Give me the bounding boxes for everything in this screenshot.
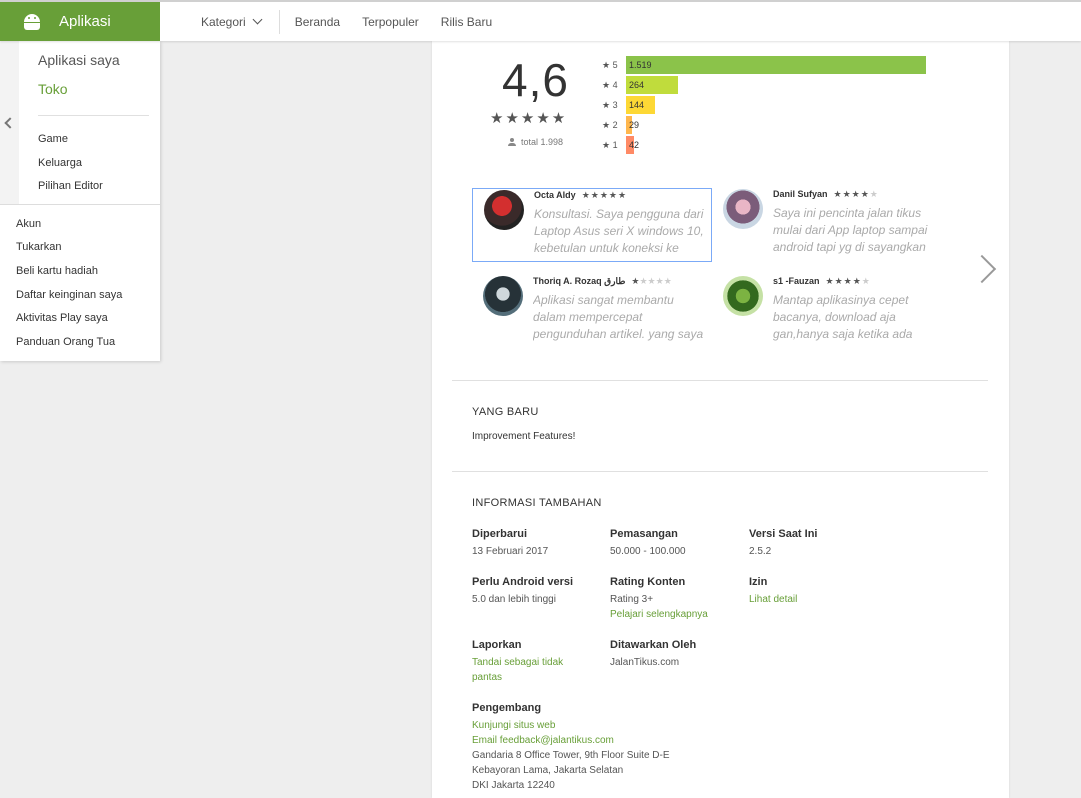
histogram-row: ★ 5 1.519 [602, 56, 926, 74]
flag-inappropriate-line: pantas [472, 672, 503, 683]
sidebar-item-akun[interactable]: Akun [16, 218, 41, 230]
review-card[interactable]: Danil Sufyan ★★★★★ Saya ini pencinta jala… [712, 188, 952, 262]
histogram-row: ★ 3 144 [602, 96, 655, 114]
report-label: Laporkan [472, 639, 522, 651]
reviewer-name: Danil Sufyan ★★★★★ [773, 189, 879, 199]
histogram-star-label: ★ 3 [602, 99, 618, 110]
reviewer-name: Thoriq A. Rozaq طارق ★★★★★ [533, 276, 672, 286]
sidebar-item-beli-kartu-hadiah[interactable]: Beli kartu hadiah [16, 265, 98, 277]
offered-by-label: Ditawarkan Oleh [610, 639, 697, 651]
updated-label: Diperbarui [472, 528, 528, 540]
person-icon [508, 138, 516, 146]
additional-info-title: INFORMASI TAMBAHAN [472, 497, 602, 509]
permissions-label: Izin [749, 576, 768, 588]
sidebar-item-tukarkan[interactable]: Tukarkan [16, 241, 61, 253]
installs-value: 50.000 - 100.000 [610, 546, 686, 557]
review-stars: ★★★★★ [631, 276, 672, 286]
view-details-link[interactable]: Lihat detail [749, 592, 797, 607]
content-rating-value: Rating 3+ [610, 594, 654, 605]
side-nav: Aplikasi saya Toko Game Keluarga Pilihan… [0, 41, 160, 361]
review-text: Saya ini pencinta jalan tikus mulai dari… [773, 206, 928, 254]
histogram-bar-3: 144 [626, 96, 655, 114]
version-value: 2.5.2 [749, 546, 772, 557]
nav-beranda[interactable]: Beranda [280, 15, 351, 29]
average-rating: 4,6 [502, 54, 569, 106]
histogram-row: ★ 2 29 [602, 116, 639, 134]
sidebar-divider [0, 204, 160, 205]
sidebar-item-aplikasi-saya[interactable]: Aplikasi saya [38, 52, 120, 68]
total-ratings: total 1.998 [508, 137, 563, 147]
nav-rilis-baru[interactable]: Rilis Baru [430, 15, 503, 29]
histogram-star-label: ★ 4 [602, 79, 618, 90]
whats-new-title: YANG BARU [472, 406, 539, 418]
review-card[interactable]: Octa Aldy ★★★★★ Konsultasi. Saya pengguna… [472, 188, 712, 262]
nav-terpopuler[interactable]: Terpopuler [351, 15, 430, 29]
developer-address-line: Kebayoran Lama, Jakarta Selatan [472, 765, 624, 776]
avatar [723, 189, 763, 229]
sidebar-item-game[interactable]: Game [38, 133, 68, 145]
kategori-dropdown[interactable]: Kategori [160, 9, 280, 34]
whats-new-text: Improvement Features! [472, 431, 576, 442]
collapse-strip[interactable] [0, 41, 19, 204]
review-text: Konsultasi. Saya pengguna dari Laptop As… [534, 207, 704, 255]
review-stars: ★★★★★ [825, 276, 871, 286]
avatar [483, 276, 523, 316]
version-label: Versi Saat Ini [749, 528, 818, 540]
brand-tab[interactable]: Aplikasi [0, 2, 160, 41]
android-version-value: 5.0 dan lebih tinggi [472, 594, 556, 605]
avatar [484, 190, 524, 230]
chevron-left-icon[interactable] [4, 117, 16, 129]
review-stars: ★★★★★ [833, 189, 879, 199]
histogram-row: ★ 4 264 [602, 76, 678, 94]
flag-inappropriate-link[interactable]: Tandai sebagai tidak pantas [472, 655, 563, 685]
developer-label: Pengembang [472, 702, 542, 714]
sidebar-item-aktivitas-play[interactable]: Aktivitas Play saya [16, 312, 108, 324]
histogram-row: ★ 1 42 [602, 136, 639, 154]
sidebar-item-pilihan-editor[interactable]: Pilihan Editor [38, 180, 103, 192]
installs-label: Pemasangan [610, 528, 678, 540]
reviewer-name: s1 -Fauzan ★★★★★ [773, 276, 871, 286]
sidebar-divider [38, 115, 149, 116]
learn-more-link[interactable]: Pelajari selengkapnya [610, 607, 708, 622]
chevron-right-icon[interactable] [967, 254, 997, 284]
histogram-bar-4: 264 [626, 76, 678, 94]
review-card[interactable]: s1 -Fauzan ★★★★★ Mantap aplikasinya cepet… [712, 275, 952, 349]
developer-address-line: Gandaria 8 Office Tower, 9th Floor Suite… [472, 750, 670, 761]
brand-label: Aplikasi [59, 13, 111, 30]
review-card[interactable]: Thoriq A. Rozaq طارق ★★★★★ Aplikasi sanga… [472, 275, 712, 349]
top-bar: Aplikasi Kategori Beranda Terpopuler Ril… [0, 0, 1081, 41]
average-stars: ★★★★★ [490, 110, 568, 127]
avatar [723, 276, 763, 316]
section-divider [452, 380, 988, 381]
flag-inappropriate-line: Tandai sebagai tidak [472, 657, 564, 668]
android-version-label: Perlu Android versi [472, 576, 574, 588]
sidebar-item-daftar-keinginan[interactable]: Daftar keinginan saya [16, 289, 122, 301]
developer-email-link[interactable]: Email feedback@jalantikus.com [472, 733, 614, 748]
android-icon [23, 13, 41, 30]
histogram-bar-5: 1.519 [626, 56, 926, 74]
sidebar-item-panduan-orang-tua[interactable]: Panduan Orang Tua [16, 336, 115, 348]
content-rating-label: Rating Konten [610, 576, 686, 588]
app-details-card: 4,6 ★★★★★ total 1.998 ★ 5 1.519 ★ 4 264 … [432, 41, 1009, 798]
offered-by-value: JalanTikus.com [610, 657, 680, 668]
total-ratings-label: total 1.998 [521, 137, 564, 147]
developer-address-line: DKI Jakarta 12240 [472, 780, 555, 791]
histogram-bar-1: 42 [626, 136, 639, 154]
review-text: Aplikasi sangat membantu dalam mempercep… [533, 293, 704, 341]
histogram-star-label: ★ 1 [602, 139, 618, 150]
kategori-label: Kategori [201, 14, 246, 29]
updated-value: 13 Februari 2017 [472, 546, 549, 557]
visit-website-link[interactable]: Kunjungi situs web [472, 718, 555, 733]
sidebar-item-toko[interactable]: Toko [38, 81, 68, 97]
section-divider [452, 471, 988, 472]
histogram-star-label: ★ 2 [602, 119, 618, 130]
reviewer-name: Octa Aldy ★★★★★ [534, 190, 628, 200]
histogram-star-label: ★ 5 [602, 59, 618, 70]
chevron-down-icon [252, 14, 263, 25]
sidebar-item-keluarga[interactable]: Keluarga [38, 157, 82, 169]
top-nav: Kategori Beranda Terpopuler Rilis Baru [160, 2, 503, 41]
review-text: Mantap aplikasinya cepet bacanya, downlo… [773, 293, 913, 341]
histogram-bar-2: 29 [626, 116, 639, 134]
review-stars: ★★★★★ [581, 190, 628, 200]
